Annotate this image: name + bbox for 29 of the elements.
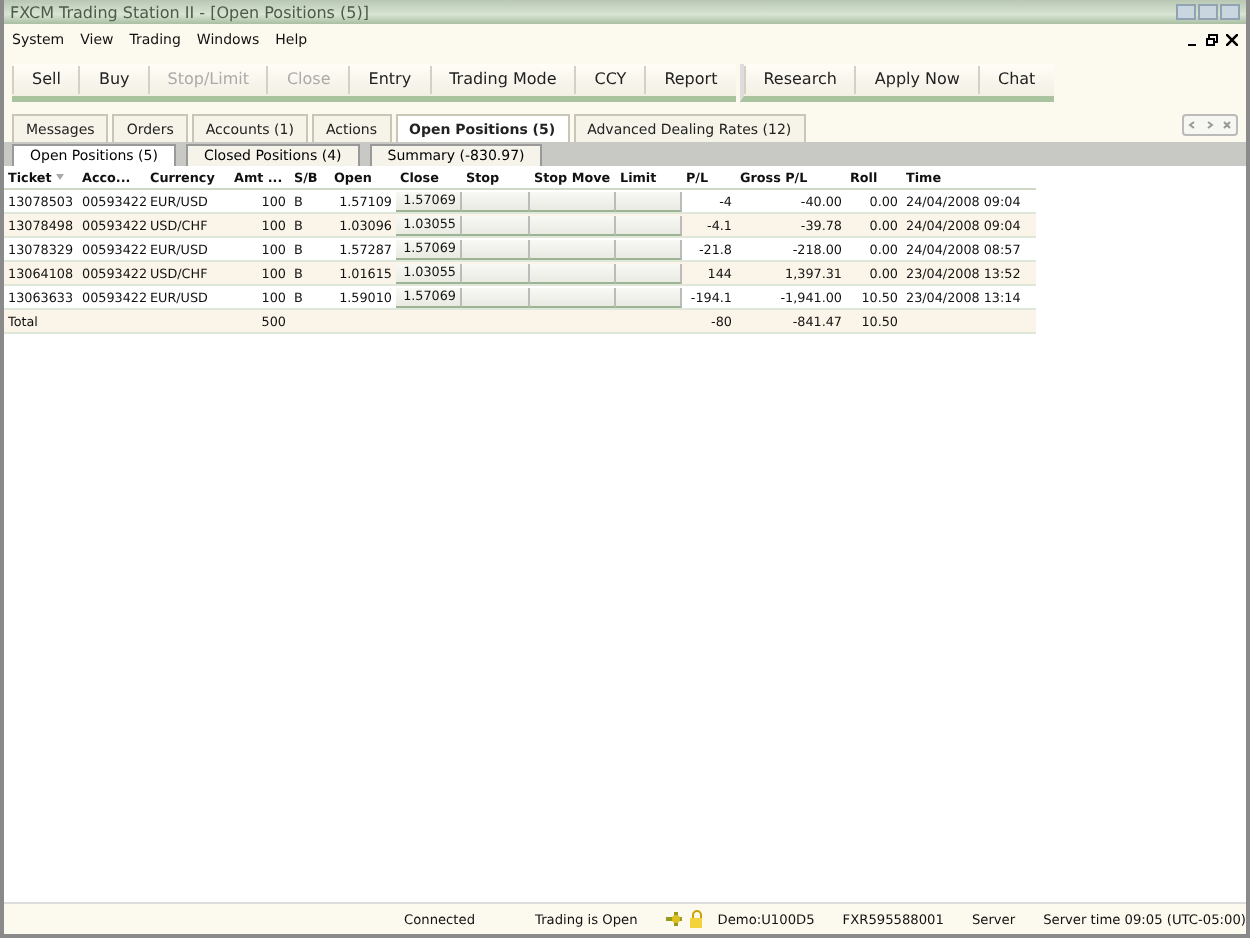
stop-move-field[interactable]	[530, 239, 616, 259]
toolbar-button[interactable]: Sell	[12, 65, 79, 93]
toolbar-button[interactable]: Report	[644, 65, 736, 93]
stop-field[interactable]	[462, 215, 530, 235]
sort-icon	[55, 174, 64, 180]
lock-icon	[690, 910, 702, 928]
toolbar-button[interactable]: Apply Now	[854, 65, 978, 93]
stop-move-field[interactable]	[530, 191, 616, 211]
connection-icon	[665, 912, 683, 926]
stop-field[interactable]	[462, 263, 530, 283]
stop-field[interactable]	[462, 191, 530, 211]
window-title: FXCM Trading Station II - [Open Positions (5)]	[10, 3, 371, 21]
limit-field[interactable]	[616, 215, 682, 235]
toolbar-button[interactable]: Trading Mode	[429, 65, 575, 93]
toolbar-button[interactable]: Research	[743, 65, 855, 93]
limit-field[interactable]	[616, 239, 682, 259]
toolbar-button[interactable]: Chat	[977, 65, 1054, 93]
limit-field[interactable]	[616, 191, 682, 211]
limit-field[interactable]	[616, 263, 682, 283]
stop-move-field[interactable]	[530, 263, 616, 283]
limit-field[interactable]	[616, 287, 682, 307]
toolbar-button[interactable]: Buy	[78, 65, 148, 93]
stop-move-field[interactable]	[530, 215, 616, 235]
stop-move-field[interactable]	[530, 287, 616, 307]
stop-field[interactable]	[462, 239, 530, 259]
toolbar-button[interactable]: Entry	[348, 65, 430, 93]
tab-navigation-icon[interactable]	[1182, 114, 1238, 136]
stop-field[interactable]	[462, 287, 530, 307]
toolbar-button[interactable]: CCY	[574, 65, 645, 93]
